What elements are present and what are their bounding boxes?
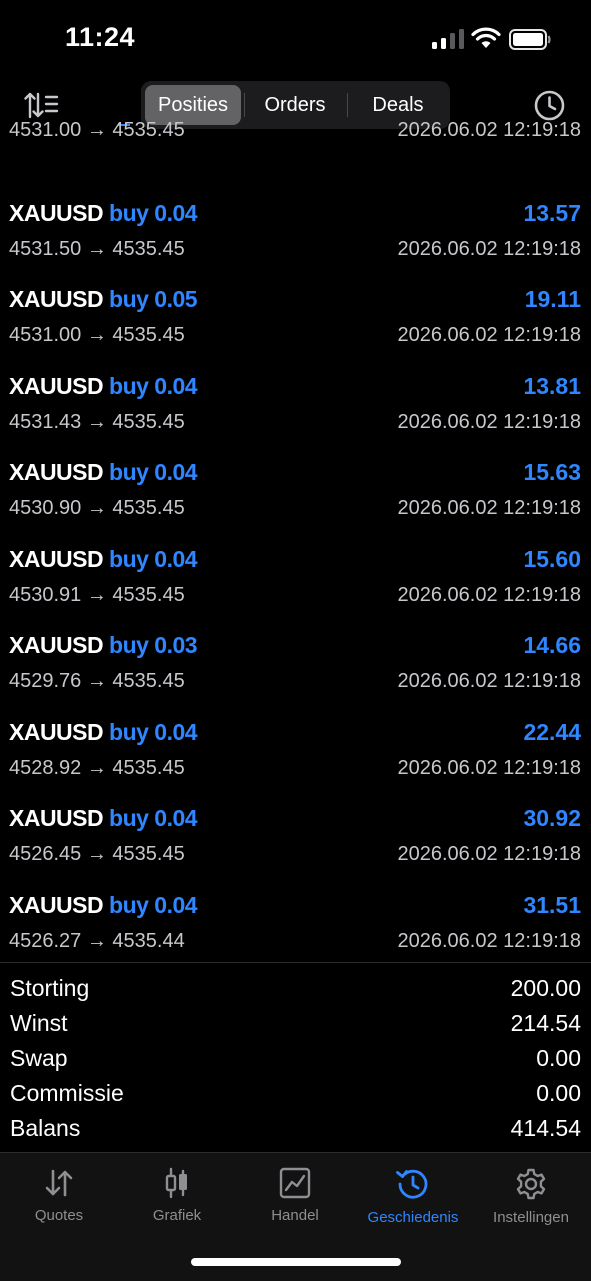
deal-profit: 30.92 [523,805,581,831]
tab-handel[interactable]: Handel [236,1163,354,1243]
candlestick-icon [165,1167,187,1199]
summary-panel: Storting 200.00 Winst 214.54 Swap 0.00 C… [0,962,591,1153]
status-time: 11:24 [65,22,136,52]
deal-profit: 19.11 [524,286,581,312]
deal-profit: 14.66 [523,632,581,658]
summary-value: 0.00 [536,1080,581,1106]
tab-label: Handel [271,1207,319,1224]
deal-symbol: XAUUSD buy 0.05 [9,286,198,312]
deal-datetime: 2026.06.02 12:19:18 [397,929,581,952]
deal-datetime: 2026.06.02 12:19:18 [397,497,581,519]
deal-row[interactable]: 4531.00 → 4535.45 2026.06.02 12:19:18 [0,118,591,159]
deal-profit: 31.51 [523,891,581,918]
deal-row[interactable]: XAUUSD buy 0.05 19.11 4531.00 → 4535.45 … [0,278,591,364]
summary-value: 0.00 [536,1045,581,1071]
deal-symbol: XAUUSD buy 0.04 [9,718,198,745]
deal-symbol: XAUUSD buy 0.04 [9,891,198,918]
deal-prices: 4531.50 → 4535.45 [9,237,185,260]
summary-row-commissie: Commissie 0.00 [0,1080,591,1115]
summary-row-swap: Swap 0.00 [0,1045,591,1080]
deal-datetime: 2026.06.02 12:19:18 [397,583,581,606]
tab-label: Quotes [34,1207,84,1224]
tab-quotes[interactable]: Quotes [0,1163,118,1243]
deal-prices: 4531.00 → 4535.45 [9,119,185,141]
tab-label: Instellingen [493,1209,569,1226]
segment-divider [244,93,245,117]
gear-icon [516,1168,546,1200]
deals-list: 4531.00 → 4535.45 2026.06.02 12:19:18 XA… [0,118,591,962]
summary-label: Balans [10,1115,81,1141]
deal-side: buy 0.04 [109,718,198,745]
deal-profit: 13.81 [523,372,581,399]
deal-row[interactable]: XAUUSD buy 0.04 22.44 4528.92 → 4535.45 … [0,711,591,797]
deal-symbol: XAUUSD buy 0.03 [9,632,198,658]
trade-chart-icon [279,1167,311,1199]
deal-prices: 4531.43 → 4535.45 [9,410,185,433]
summary-label: Swap [10,1045,68,1071]
deal-row[interactable]: XAUUSD buy 0.04 31.51 4526.27 → 4535.44 … [0,884,591,963]
quotes-arrows-icon [45,1169,73,1197]
deal-datetime: 2026.06.02 12:19:18 [397,237,581,260]
summary-label: Winst [10,1010,68,1036]
battery-icon [509,29,551,50]
deal-profit: 22.44 [523,718,581,745]
deal-side: buy 0.05 [109,286,198,312]
home-indicator[interactable] [191,1258,401,1266]
summary-value: 200.00 [510,975,581,1001]
deal-prices: 4529.76 → 4535.45 [9,670,185,692]
deal-profit: 15.60 [523,545,581,572]
deal-row[interactable]: XAUUSD buy 0.04 15.63 4530.90 → 4535.45 … [0,451,591,537]
deal-prices: 4530.90 → 4535.45 [9,497,185,519]
deal-side: buy 0.04 [109,459,198,485]
deal-datetime: 2026.06.02 12:19:18 [397,119,581,141]
deal-row[interactable]: XAUUSD buy 0.04 13.81 4531.43 → 4535.45 … [0,365,591,451]
deal-datetime: 2026.06.02 12:19:18 [397,843,581,865]
deal-datetime: 2026.06.02 12:19:18 [397,410,581,433]
deal-symbol: XAUUSD buy 0.04 [9,805,198,831]
summary-row-winst: Winst 214.54 [0,1010,591,1045]
deal-profit: 13.57 [523,199,581,226]
deal-prices: 4526.45 → 4535.45 [9,843,185,865]
sort-icon[interactable] [24,91,60,119]
wifi-icon [471,27,501,48]
deal-symbol: XAUUSD buy 0.04 [9,459,198,485]
deal-side: buy 0.04 [109,805,198,831]
deal-symbol: XAUUSD buy 0.04 [9,199,198,226]
deal-row[interactable]: XAUUSD buy 0.03 14.66 4529.76 → 4535.45 … [0,624,591,710]
deal-datetime: 2026.06.02 12:19:18 [397,670,581,692]
summary-value: 414.54 [510,1115,581,1141]
tab-geschiedenis[interactable]: Geschiedenis [354,1163,472,1243]
summary-row-balans: Balans 414.54 [0,1115,591,1150]
deal-datetime: 2026.06.02 12:19:18 [397,756,581,779]
deal-side: buy 0.04 [109,199,198,226]
tab-label: Grafiek [152,1207,202,1224]
deal-prices: 4531.00 → 4535.45 [9,324,185,346]
tab-instellingen[interactable]: Instellingen [472,1163,590,1243]
deal-datetime: 2026.06.02 12:19:18 [397,324,581,346]
cellular-signal-icon [432,29,464,49]
deal-side: buy 0.04 [109,891,198,918]
deal-symbol: XAUUSD buy 0.04 [9,545,198,572]
status-bar: 11:24 [0,0,591,80]
summary-value: 214.54 [510,1010,581,1036]
deal-row[interactable]: XAUUSD buy 0.04 15.60 4530.91 → 4535.45 … [0,538,591,624]
summary-row-storting: Storting 200.00 [0,975,591,1010]
deal-row[interactable]: XAUUSD buy 0.04 30.92 4526.45 → 4535.45 … [0,797,591,883]
deal-symbol: XAUUSD buy 0.04 [9,372,198,399]
deal-profit: 15.63 [523,459,581,485]
deal-side: buy 0.03 [109,632,198,658]
tab-grafiek[interactable]: Grafiek [118,1163,236,1243]
deal-side: buy 0.04 [109,545,198,572]
deal-row[interactable]: XAUUSD buy 0.04 13.57 4531.50 → 4535.45 … [0,192,591,278]
deal-prices: 4530.91 → 4535.45 [9,583,185,606]
deal-side: buy 0.04 [109,372,198,399]
deal-prices: 4528.92 → 4535.45 [9,756,185,779]
tab-label: Geschiedenis [367,1209,459,1226]
summary-label: Storting [10,975,90,1001]
history-clock-icon [396,1169,428,1199]
segment-divider [347,93,348,117]
deal-prices: 4526.27 → 4535.44 [9,929,185,952]
summary-label: Commissie [10,1080,124,1106]
